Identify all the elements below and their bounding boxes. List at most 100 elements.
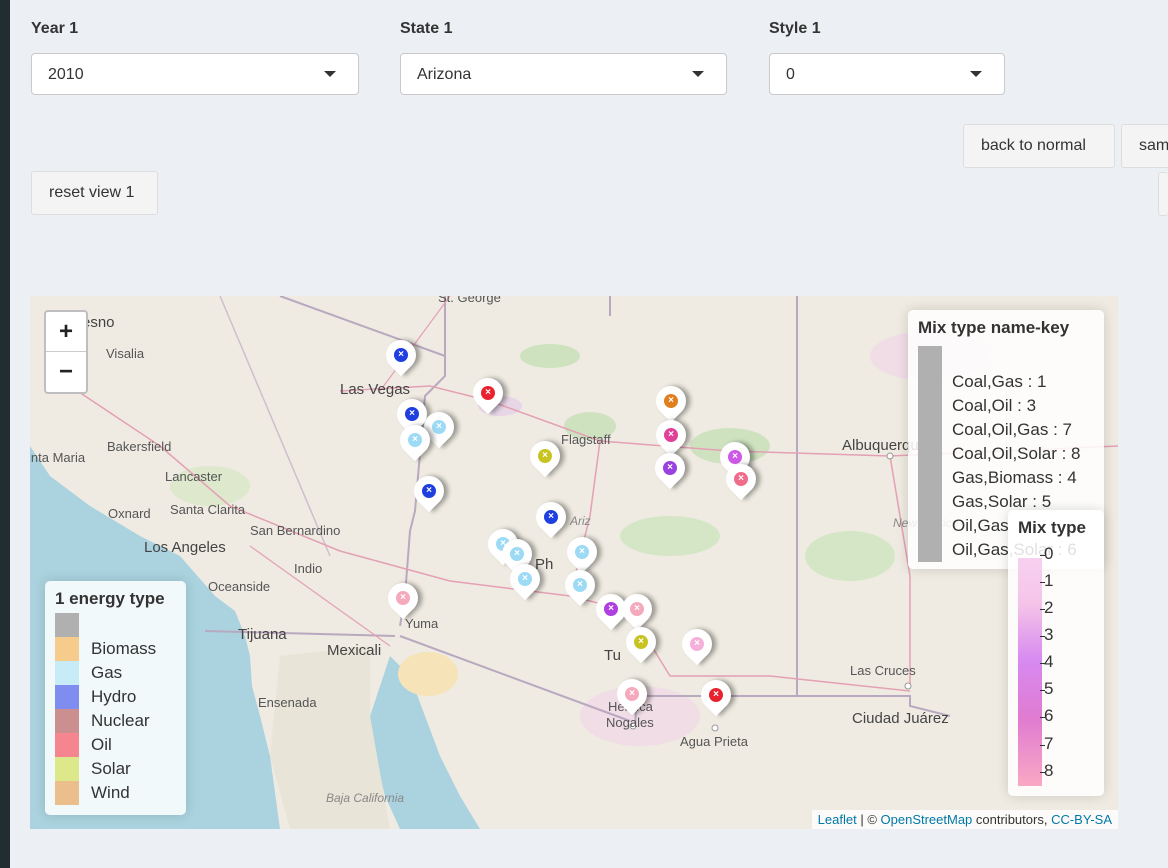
energy-legend-item: Gas xyxy=(55,661,176,685)
energy-legend-item: Hydro xyxy=(55,685,176,709)
legend-swatch xyxy=(55,733,79,757)
back-to-normal-button[interactable]: back to normal xyxy=(963,124,1115,168)
energy-legend: 1 energy type Biomass Gas Hydro Nuclear Oil S… xyxy=(45,581,186,815)
map-marker[interactable]: × xyxy=(719,457,763,504)
sidebar-edge xyxy=(0,0,10,868)
zoom-control: + − xyxy=(44,310,88,394)
x-icon: × xyxy=(573,578,587,592)
energy-legend-item: Biomass xyxy=(55,637,176,661)
mix-type-tick: 8 xyxy=(1039,760,1054,780)
energy-legend-label: Gas xyxy=(91,663,123,682)
same-button[interactable]: sam xyxy=(1121,124,1168,168)
map-attribution: Leaflet | © OpenStreetMap contributors, … xyxy=(811,810,1118,829)
x-icon: × xyxy=(664,428,678,442)
legend-swatch xyxy=(55,709,79,733)
x-icon: × xyxy=(634,635,648,649)
zoom-in-button[interactable]: + xyxy=(46,312,86,352)
zoom-out-button[interactable]: − xyxy=(46,352,86,392)
mix-type-legend: Mix type 0 1 2 3 4 5 6 7 8 xyxy=(1008,510,1104,796)
x-icon: × xyxy=(510,547,524,561)
x-icon: × xyxy=(396,591,410,605)
x-icon: × xyxy=(405,407,419,421)
map-marker[interactable]: × xyxy=(466,371,510,418)
osm-link[interactable]: OpenStreetMap xyxy=(881,812,973,827)
place-label: Santa Clarita xyxy=(170,502,246,517)
x-icon: × xyxy=(709,688,723,702)
place-label: Las Vegas xyxy=(340,381,411,398)
place-label: Ciudad Juárez xyxy=(852,710,949,727)
map-marker[interactable]: × xyxy=(558,563,602,610)
legend-swatch xyxy=(55,757,79,781)
legend-swatch xyxy=(55,637,79,661)
map-marker[interactable]: × xyxy=(529,495,573,542)
energy-legend-label: Solar xyxy=(91,759,131,778)
state-select[interactable]: Arizona xyxy=(400,53,727,95)
reset-view-button[interactable]: reset view 1 xyxy=(31,171,158,215)
map-marker[interactable]: × xyxy=(503,557,547,604)
mix-type-tick: 1 xyxy=(1039,571,1054,591)
place-label: Baja California xyxy=(326,791,405,805)
mix-key-legend-title: Mix type name-key xyxy=(918,318,1070,337)
map-marker[interactable]: × xyxy=(407,469,451,516)
x-icon: × xyxy=(538,449,552,463)
map-marker[interactable]: × xyxy=(610,672,654,719)
mix-type-tick: 0 xyxy=(1039,544,1054,563)
leaflet-link[interactable]: Leaflet xyxy=(818,812,857,827)
mix-type-gradient xyxy=(1018,558,1042,786)
style-select[interactable]: 0 xyxy=(769,53,1005,95)
map-marker[interactable]: × xyxy=(381,576,425,623)
energy-legend-item: Solar xyxy=(55,757,176,781)
map-marker[interactable]: × xyxy=(694,673,738,720)
energy-legend-label: Biomass xyxy=(91,639,157,658)
place-label: Oceanside xyxy=(208,579,271,594)
energy-legend-label: Wind xyxy=(91,783,130,802)
legend-swatch xyxy=(55,661,79,685)
place-label: inta Maria xyxy=(30,450,86,465)
x-icon: × xyxy=(663,461,677,475)
place-label: Tijuana xyxy=(238,626,287,643)
energy-legend-label: Oil xyxy=(91,735,112,754)
place-label: Indio xyxy=(294,561,323,576)
state-select-value: Arizona xyxy=(417,66,472,83)
legend-swatch xyxy=(55,685,79,709)
attribution-contrib: contributors, xyxy=(972,812,1052,827)
legend-swatch xyxy=(55,613,79,637)
x-icon: × xyxy=(630,602,644,616)
mix-type-tick: 6 xyxy=(1039,706,1054,726)
mix-type-tick: 7 xyxy=(1039,733,1054,753)
x-icon: × xyxy=(664,394,678,408)
x-icon: × xyxy=(518,572,532,586)
x-icon: × xyxy=(422,484,436,498)
mix-type-tick: 4 xyxy=(1039,652,1054,672)
mix-key-item: Coal,Oil,Solar : 8 xyxy=(952,444,1081,463)
map-marker[interactable]: × xyxy=(648,446,692,493)
energy-legend-item: Wind xyxy=(55,781,176,805)
legend-swatch xyxy=(55,781,79,805)
place-label: Lancaster xyxy=(165,469,223,484)
year-select[interactable]: 2010 xyxy=(31,53,359,95)
place-label: San Bernardino xyxy=(250,523,341,538)
place-label: Ensenada xyxy=(258,695,317,710)
x-icon: × xyxy=(734,472,748,486)
partial-button[interactable] xyxy=(1158,172,1168,216)
chevron-down-icon xyxy=(692,71,704,77)
place-label: Oxnard xyxy=(108,506,151,521)
mix-type-tick: 2 xyxy=(1039,598,1054,618)
x-icon: × xyxy=(481,386,495,400)
license-link[interactable]: CC-BY-SA xyxy=(1051,812,1112,827)
place-label: Los Angeles xyxy=(144,539,226,556)
map-marker[interactable]: × xyxy=(379,333,423,380)
map-marker[interactable]: × xyxy=(393,418,437,465)
map-marker[interactable]: × xyxy=(619,620,663,667)
state-label: State 1 xyxy=(400,20,453,37)
map-marker[interactable]: × xyxy=(675,622,719,669)
x-icon: × xyxy=(408,433,422,447)
place-label: Flagstaff xyxy=(561,432,611,447)
style-select-value: 0 xyxy=(786,66,795,83)
map[interactable]: St. George esno Visalia Las Vegas Bakers… xyxy=(30,296,1118,829)
mix-type-tick: 5 xyxy=(1039,679,1054,699)
energy-legend-label: Nuclear xyxy=(91,711,150,730)
style-label: Style 1 xyxy=(769,20,821,37)
map-marker[interactable]: × xyxy=(523,434,567,481)
place-label: Bakersfield xyxy=(107,439,172,454)
